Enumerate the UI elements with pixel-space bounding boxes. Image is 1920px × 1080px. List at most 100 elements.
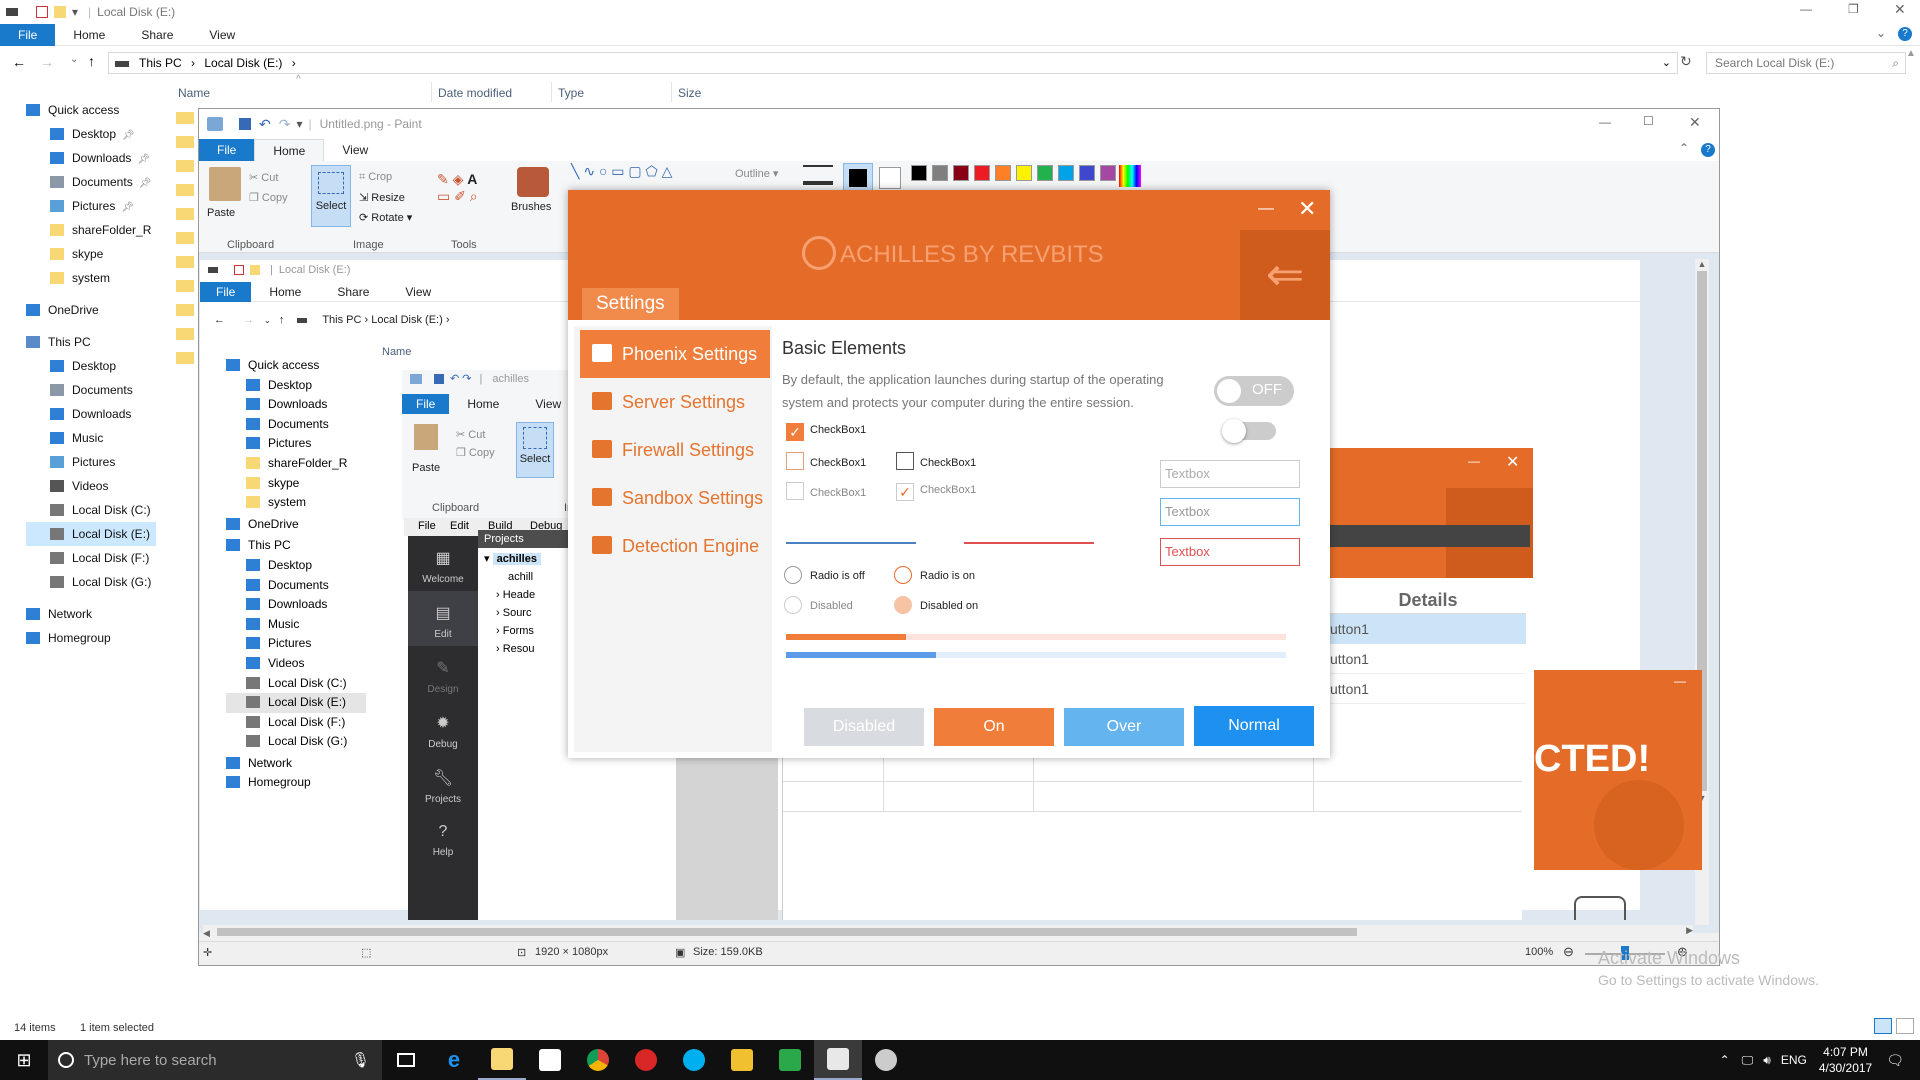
nested-nav-item[interactable]: Desktop: [226, 556, 366, 576]
tab-view[interactable]: View: [191, 24, 253, 46]
taskbar-achilles[interactable]: [862, 1040, 910, 1080]
tab-file[interactable]: File: [0, 23, 56, 46]
taskbar-skype[interactable]: [670, 1040, 718, 1080]
recent-dropdown-icon[interactable]: ⌄: [70, 54, 78, 65]
notifications-icon[interactable]: 🗨︎: [1886, 1052, 1904, 1069]
over-button[interactable]: Over: [1064, 708, 1184, 746]
nested-nav-item[interactable]: Pictures: [226, 634, 366, 654]
minimize-icon[interactable]: —: [1800, 2, 1812, 16]
edit-colors-icon[interactable]: [1119, 165, 1141, 187]
nested-copy-button[interactable]: ❐ Copy: [456, 446, 495, 459]
up-arrow-icon[interactable]: ↑: [88, 53, 95, 69]
nav-item[interactable]: Local Disk (F:): [26, 546, 156, 570]
achilles2-minimize-icon[interactable]: —: [1468, 454, 1480, 468]
tray-expand-icon[interactable]: ⌃: [1720, 1053, 1730, 1067]
vs-welcome[interactable]: ▦ Welcome: [408, 536, 478, 591]
radio-disabled[interactable]: Disabled: [784, 596, 853, 614]
back-arrow-icon[interactable]: ←: [12, 54, 26, 70]
startup-toggle[interactable]: OFF: [1214, 376, 1294, 406]
nav-item[interactable]: Documents: [26, 378, 156, 402]
copy-button[interactable]: ❐ Copy: [249, 191, 288, 204]
column-type[interactable]: Type: [558, 86, 584, 100]
nav-item[interactable]: This PC: [26, 330, 156, 354]
nested-nav-item[interactable]: system: [226, 493, 366, 513]
column-date-modified[interactable]: Date modified: [438, 86, 512, 100]
achilles2-close-icon[interactable]: ✕: [1506, 452, 1519, 472]
paint-ribbon-collapse-icon[interactable]: ⌃: [1679, 141, 1689, 155]
color-swatch[interactable]: [995, 165, 1011, 181]
nav-item[interactable]: Homegroup: [26, 626, 156, 650]
nav-item[interactable]: Videos: [26, 474, 156, 498]
color-palette[interactable]: [911, 165, 1151, 184]
nested-nav-item[interactable]: Quick access: [226, 356, 366, 376]
nested-paint-tab-file[interactable]: File: [402, 394, 450, 414]
menu-item-server-settings[interactable]: Server Settings: [580, 378, 770, 426]
nested-nav-item[interactable]: shareFolder_R: [226, 454, 366, 474]
maximize-icon[interactable]: ❐: [1848, 2, 1859, 16]
breadcrumb-local-disk[interactable]: Local Disk (E:): [204, 56, 282, 70]
address-bar[interactable]: This PC › Local Disk (E:) › ⌄: [108, 52, 1678, 74]
on-button[interactable]: On: [934, 708, 1054, 746]
redo-icon[interactable]: ↷: [279, 116, 291, 133]
network-icon[interactable]: 🖵︎: [1742, 1053, 1754, 1068]
paint-maximize-icon[interactable]: ☐: [1643, 114, 1654, 128]
nav-item[interactable]: Pictures: [26, 450, 156, 474]
nested-nav-item[interactable]: skype: [226, 474, 366, 494]
paste-icon[interactable]: [209, 167, 241, 201]
cut-button[interactable]: ✂ Cut: [249, 171, 278, 184]
textbox-underline-blue[interactable]: [786, 542, 916, 544]
paint-tab-view[interactable]: View: [324, 139, 386, 161]
nav-item[interactable]: Local Disk (C:): [26, 498, 156, 522]
settings-tab[interactable]: Settings: [582, 288, 679, 320]
nested-nav-item[interactable]: Local Disk (C:): [226, 674, 366, 694]
select-button[interactable]: Select: [311, 165, 351, 227]
start-button[interactable]: ⊞: [0, 1040, 48, 1080]
vs-debug[interactable]: ✹ Debug: [408, 701, 478, 756]
taskbar-edge[interactable]: e: [430, 1040, 478, 1080]
disabled-button[interactable]: Disabled: [804, 708, 924, 746]
nav-item[interactable]: Downloads: [26, 402, 156, 426]
details-row[interactable]: utton1: [1330, 614, 1526, 644]
nav-item[interactable]: system: [26, 266, 156, 290]
radio-off[interactable]: Radio is off: [784, 566, 865, 584]
checkbox-disabled-checked[interactable]: ✓ CheckBox1: [896, 482, 976, 501]
nav-item[interactable]: Quick access: [26, 98, 156, 122]
vs-projects[interactable]: 🔧︎ Projects: [408, 756, 478, 811]
brushes-icon[interactable]: [517, 167, 549, 197]
nested-select-button[interactable]: Select: [516, 422, 554, 478]
forward-arrow-icon[interactable]: →: [40, 54, 54, 70]
resize-button[interactable]: ⇲ Resize: [359, 191, 405, 204]
vs-menu-edit[interactable]: Edit: [450, 520, 469, 532]
nested-cut-button[interactable]: ✂ Cut: [456, 428, 485, 441]
nested-paste-button[interactable]: Paste: [412, 462, 440, 474]
nav-item[interactable]: Music: [26, 426, 156, 450]
rotate-button[interactable]: ⟳ Rotate ▾: [359, 211, 412, 224]
taskbar-store[interactable]: [526, 1040, 574, 1080]
column-size[interactable]: Size: [678, 86, 701, 100]
address-dropdown-icon[interactable]: ⌄: [1662, 53, 1671, 73]
nested-nav-item[interactable]: Desktop: [226, 376, 366, 396]
nested-nav-item[interactable]: Local Disk (G:): [226, 732, 366, 752]
taskbar-app-yellow[interactable]: [718, 1040, 766, 1080]
taskbar-chrome[interactable]: [574, 1040, 622, 1080]
menu-item-phoenix-settings[interactable]: Phoenix Settings: [580, 330, 770, 378]
vs-help[interactable]: ? Help: [408, 811, 478, 864]
menu-item-detection-engine[interactable]: Detection Engine: [580, 522, 770, 570]
nav-item[interactable]: Documents 📌︎: [26, 170, 156, 194]
details-row[interactable]: utton1: [1330, 644, 1526, 674]
achilles-close-icon[interactable]: ✕: [1298, 196, 1316, 222]
shapes-gallery[interactable]: ╲ ∿ ○ ▭ ▢ ⬠ △: [571, 163, 721, 187]
color-swatch[interactable]: [1058, 165, 1074, 181]
nav-item[interactable]: Pictures 📌︎: [26, 194, 156, 218]
nested-nav-item[interactable]: This PC: [226, 536, 366, 556]
nested-nav-item[interactable]: Downloads: [226, 595, 366, 615]
nested-nav-item[interactable]: Documents: [226, 576, 366, 596]
tab-home[interactable]: Home: [55, 24, 123, 46]
normal-button[interactable]: Normal: [1194, 706, 1314, 746]
vs-edit[interactable]: ▤ Edit: [408, 591, 478, 646]
checkbox-disabled[interactable]: CheckBox1: [786, 482, 866, 500]
nested-nav-item[interactable]: OneDrive: [226, 515, 366, 535]
menu-item-sandbox-settings[interactable]: Sandbox Settings: [580, 474, 770, 522]
nested-nav-item[interactable]: Downloads: [226, 395, 366, 415]
refresh-icon[interactable]: ↻: [1680, 53, 1692, 70]
